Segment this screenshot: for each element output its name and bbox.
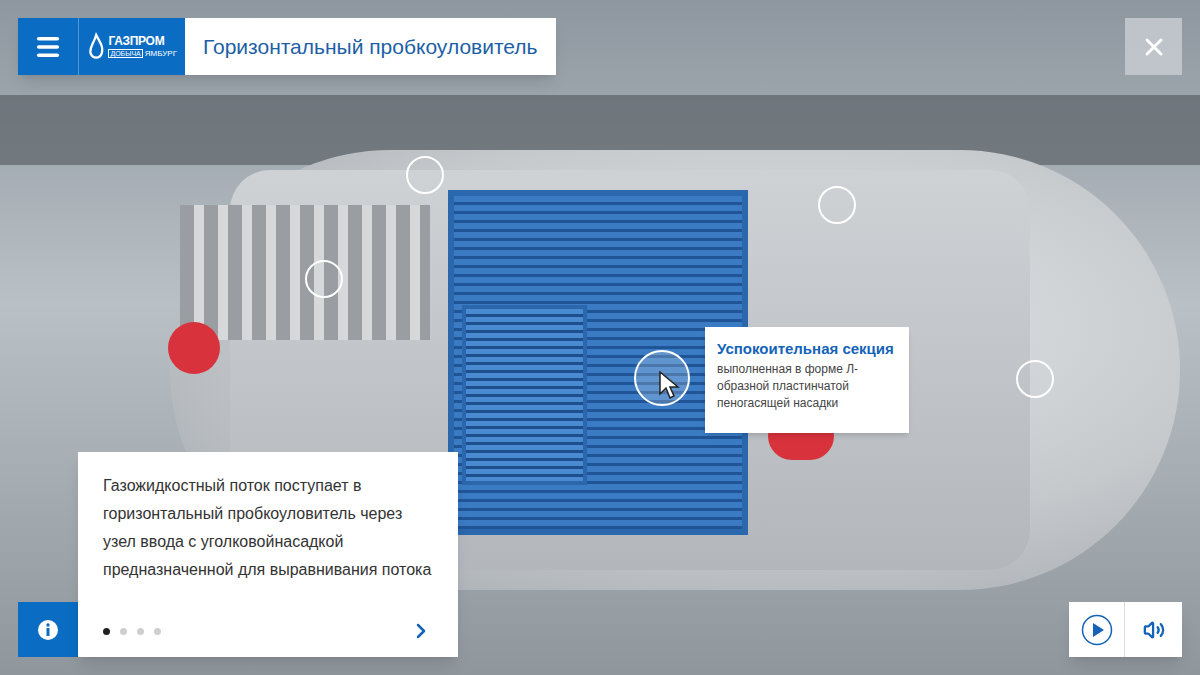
header: ГАЗПРОМ добычаЯМБУРГ Горизонтальный пробко…	[18, 18, 556, 75]
logo: ГАЗПРОМ добычаЯМБУРГ	[78, 18, 185, 75]
hotspot[interactable]	[1016, 360, 1054, 398]
tooltip-body: выполненная в форме Л-образной пластинча…	[717, 361, 897, 412]
volume-icon	[1143, 619, 1165, 641]
info-text: Газожидкостный поток поступает в горизон…	[103, 472, 433, 584]
logo-place: ЯМБУРГ	[145, 50, 177, 58]
page-dot[interactable]	[103, 628, 110, 635]
logo-name: ГАЗПРОМ	[108, 35, 177, 47]
play-button[interactable]	[1069, 602, 1125, 657]
top-bar: ГАЗПРОМ добычаЯМБУРГ Горизонтальный пробко…	[18, 18, 1182, 75]
logo-text: ГАЗПРОМ добычаЯМБУРГ	[108, 35, 177, 58]
tooltip-title: Успокоительная секция	[717, 339, 897, 359]
app: Успокоительная секциявыполненная в форме…	[0, 0, 1200, 675]
menu-button[interactable]	[18, 18, 78, 75]
sound-button[interactable]	[1125, 602, 1182, 657]
hotspot[interactable]	[634, 350, 690, 406]
info-panel: Газожидкостный поток поступает в горизон…	[78, 452, 458, 657]
play-icon	[1081, 614, 1113, 646]
overlay: ГАЗПРОМ добычаЯМБУРГ Горизонтальный пробко…	[0, 0, 1200, 675]
info-block: Газожидкостный поток поступает в горизон…	[18, 452, 458, 657]
page-dot[interactable]	[154, 628, 161, 635]
header-title: Горизонтальный пробкоуловитель	[185, 18, 556, 75]
logo-division: добыча	[108, 49, 142, 58]
next-icon[interactable]	[409, 619, 433, 643]
info-icon	[37, 619, 59, 641]
hotspot[interactable]	[818, 186, 856, 224]
tooltip: Успокоительная секциявыполненная в форме…	[705, 327, 909, 433]
cursor-icon	[658, 370, 680, 400]
page-dot[interactable]	[137, 628, 144, 635]
close-icon	[1140, 33, 1168, 61]
hotspot[interactable]	[406, 156, 444, 194]
bottom-bar: Газожидкостный поток поступает в горизон…	[18, 452, 1182, 657]
hotspot[interactable]	[305, 260, 343, 298]
flame-icon	[87, 32, 105, 62]
page-dot[interactable]	[120, 628, 127, 635]
calming-section-front	[462, 305, 587, 485]
close-button[interactable]	[1125, 18, 1182, 75]
info-button[interactable]	[18, 602, 78, 657]
pager	[103, 619, 433, 643]
menu-icon	[34, 33, 62, 61]
player	[1069, 602, 1182, 657]
red-valve	[168, 322, 220, 374]
